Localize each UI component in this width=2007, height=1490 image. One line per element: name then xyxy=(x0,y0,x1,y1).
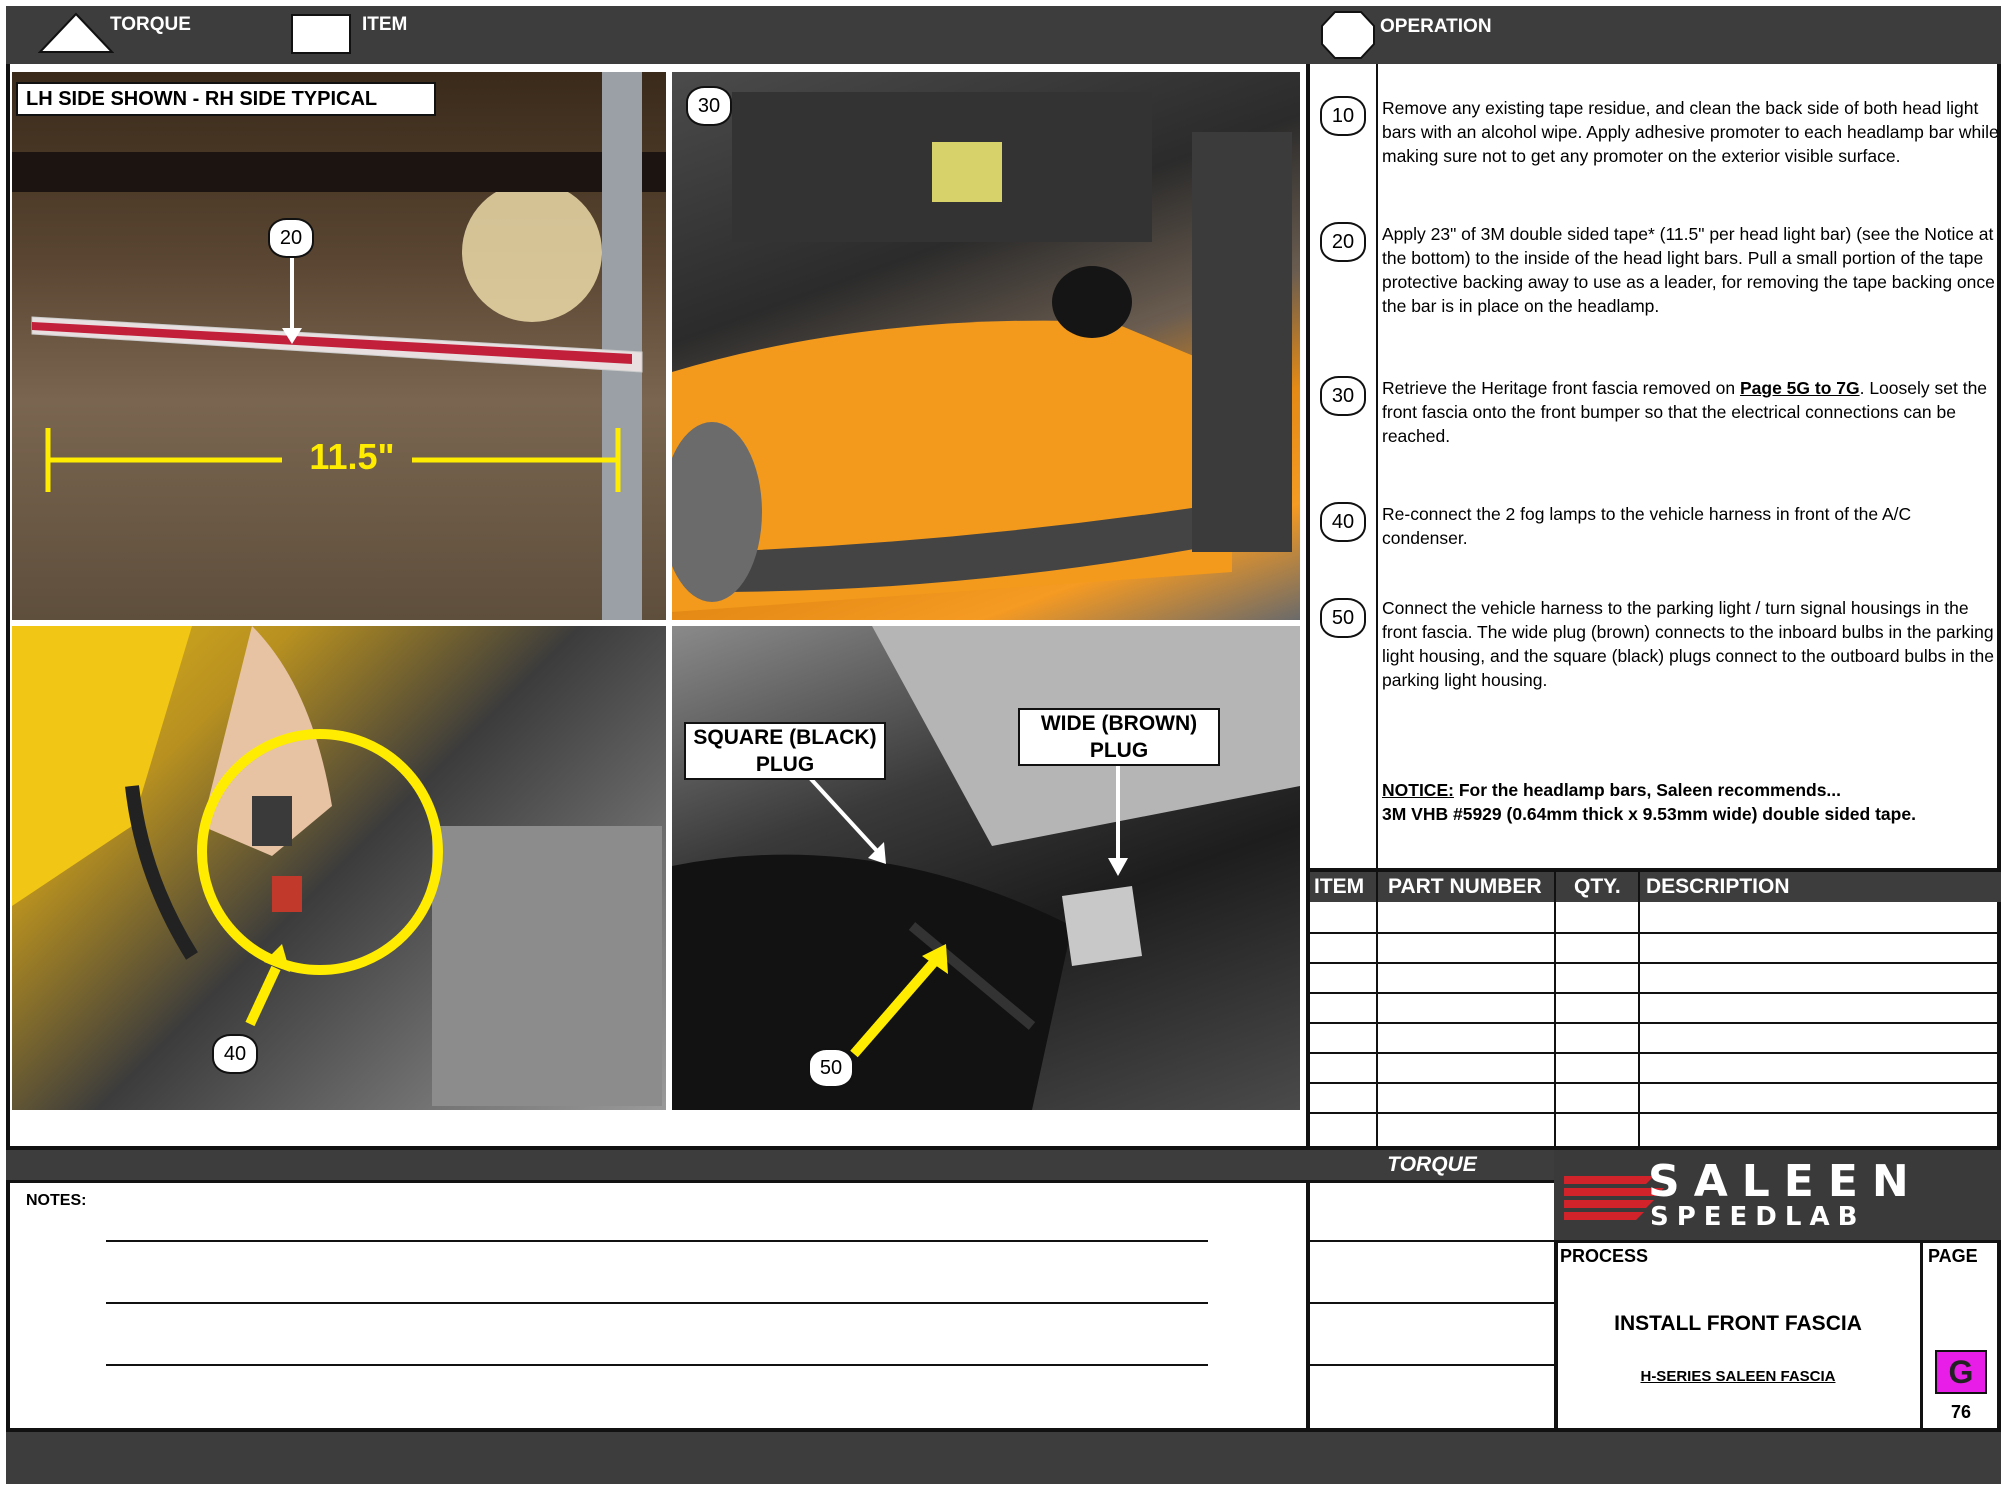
wide-brown-plug-callout: WIDE (BROWN) PLUG xyxy=(1018,708,1220,766)
col-part-number: PART NUMBER xyxy=(1388,875,1542,898)
notes-band xyxy=(6,1150,1310,1180)
step-40-badge: 40 xyxy=(1320,502,1366,542)
operation-30-text: Retrieve the Heritage front fascia remov… xyxy=(1382,376,2000,448)
torque-box-label: TORQUE xyxy=(1310,1150,1554,1180)
step-50-badge: 50 xyxy=(1320,598,1366,638)
notice-block: NOTICE: For the headlamp bars, Saleen re… xyxy=(1382,778,2000,826)
table-col-line xyxy=(1638,872,1640,1146)
operation-20-text: Apply 23" of 3M double sided tape* (11.5… xyxy=(1382,224,1995,316)
square-black-plug-callout: SQUARE (BLACK) PLUG xyxy=(684,722,886,780)
table-row xyxy=(1310,1052,2001,1054)
table-row xyxy=(1310,1082,2001,1084)
torque-cell-line xyxy=(1310,1364,1554,1366)
step-30-photo-badge: 30 xyxy=(686,86,732,126)
page-label: PAGE xyxy=(1928,1246,1978,1266)
photo-parking-light-plugs: SQUARE (BLACK) PLUG WIDE (BROWN) PLUG 50 xyxy=(672,626,1300,1110)
notice-line1: For the headlamp bars, Saleen recommends… xyxy=(1453,780,1842,800)
photo-parking-light-plugs-art xyxy=(672,626,1300,1110)
footer-bar xyxy=(6,1428,2001,1484)
item-square-icon xyxy=(291,14,351,54)
notes-band-rule xyxy=(6,1180,1554,1183)
col-item: ITEM xyxy=(1314,875,1365,898)
table-row xyxy=(1310,1022,2001,1024)
operation-30-text-before: Retrieve the Heritage front fascia remov… xyxy=(1382,378,1740,398)
step-50-photo-badge: 50 xyxy=(808,1048,854,1088)
header-bar: TORQUE ITEM OPERATION xyxy=(6,6,2001,64)
table-row xyxy=(1310,962,2001,964)
operation-50-text: Connect the vehicle harness to the parki… xyxy=(1382,598,1994,690)
table-col-line xyxy=(1554,872,1556,1146)
step-20-photo-badge: 20 xyxy=(268,218,314,258)
photo-headlight-bar-art xyxy=(12,72,666,620)
photo-fog-lamp-connector: 40 xyxy=(12,626,666,1110)
dimension-label: 11.5" xyxy=(309,436,395,477)
notice-label: NOTICE: xyxy=(1382,780,1454,800)
step-column-divider xyxy=(1376,64,1378,872)
process-label: PROCESS xyxy=(1560,1246,1649,1266)
photo-fascia-fitment-art xyxy=(672,92,1292,612)
process-title: INSTALL FRONT FASCIA xyxy=(1614,1312,1862,1335)
step-30-badge: 30 xyxy=(1320,376,1366,416)
process-subtitle: H-SERIES SALEEN FASCIA xyxy=(1640,1368,1836,1385)
col-qty: QTY. xyxy=(1574,875,1621,898)
page-number: 76 xyxy=(1950,1402,1972,1422)
logo-speedlab-text: SPEEDLAB xyxy=(1650,1202,1866,1232)
table-row xyxy=(1310,932,2001,934)
notes-line[interactable] xyxy=(106,1364,1208,1366)
parts-table-header: ITEM PART NUMBER QTY. DESCRIPTION xyxy=(1310,872,2001,902)
saleen-speedlab-logo: SALEEN SPEEDLAB xyxy=(1554,1150,2001,1240)
operation-10-text: Remove any existing tape residue, and cl… xyxy=(1382,98,1999,166)
page-reference-link[interactable]: Page 5G to 7G xyxy=(1740,378,1860,398)
col-description: DESCRIPTION xyxy=(1646,875,1790,898)
notes-line[interactable] xyxy=(106,1302,1208,1304)
torque-cell-line xyxy=(1310,1240,1554,1242)
photo-fascia-fitment: 30 xyxy=(672,72,1300,620)
photo-fog-lamp-connector-art xyxy=(12,626,662,1106)
page-letter-badge: G xyxy=(1935,1350,1987,1394)
torque-header-label: TORQUE xyxy=(110,14,191,35)
photo-headlight-bar: LH SIDE SHOWN - RH SIDE TYPICAL 20 11.5" xyxy=(12,72,666,620)
table-top-rule xyxy=(1306,868,2001,872)
logo-saleen-text: SALEEN xyxy=(1648,1156,1923,1207)
operation-header-label: OPERATION xyxy=(1380,16,1492,37)
title-block-rule xyxy=(1554,1240,2001,1243)
step-10-badge: 10 xyxy=(1320,96,1366,136)
torque-triangle-icon xyxy=(38,12,114,53)
table-row xyxy=(1310,992,2001,994)
step-40-photo-badge: 40 xyxy=(212,1034,258,1074)
operation-40-text: Re-connect the 2 fog lamps to the vehicl… xyxy=(1382,504,1912,548)
lh-side-caption: LH SIDE SHOWN - RH SIDE TYPICAL xyxy=(16,82,436,116)
table-col-line xyxy=(1376,872,1378,1146)
step-20-badge: 20 xyxy=(1320,222,1366,262)
operation-octagon-icon xyxy=(1321,11,1375,59)
notice-line2: 3M VHB #5929 (0.64mm thick x 9.53mm wide… xyxy=(1382,804,1916,824)
table-row xyxy=(1310,1112,2001,1114)
notes-line[interactable] xyxy=(106,1240,1208,1242)
item-header-label: ITEM xyxy=(362,14,408,35)
torque-cell-line xyxy=(1310,1302,1554,1304)
page-column-line xyxy=(1920,1240,1923,1428)
notes-label: NOTES: xyxy=(26,1192,87,1209)
main-divider xyxy=(1306,64,1310,1428)
